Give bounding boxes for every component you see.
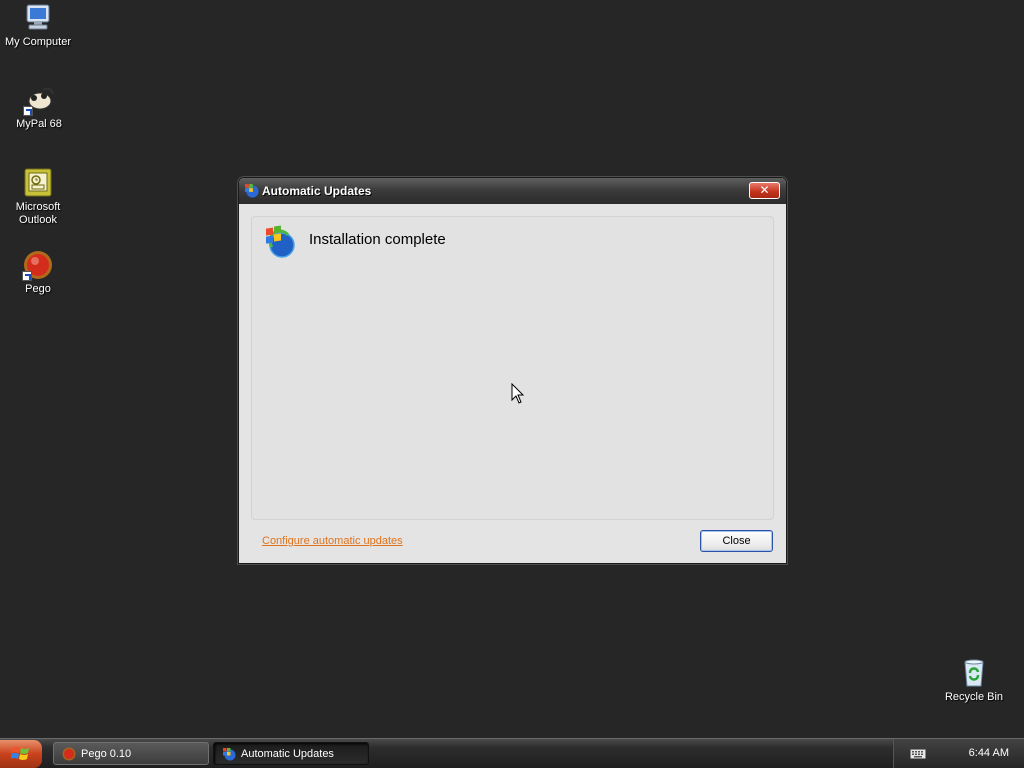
status-heading: Installation complete — [309, 231, 446, 248]
clock[interactable]: 6:44 AM — [969, 747, 1009, 759]
windows-update-icon — [266, 225, 295, 258]
desktop-icon-my-computer[interactable]: My Computer — [0, 2, 76, 49]
close-icon: ✕ — [759, 183, 770, 197]
desktop-icon-recycle-bin[interactable]: Recycle Bin — [936, 657, 1012, 704]
desktop-icon-mypal[interactable]: MyPal 68 — [1, 84, 77, 131]
windows-logo-icon — [11, 747, 29, 760]
outlook-icon — [22, 167, 54, 199]
keyboard-icon[interactable] — [910, 749, 926, 759]
dialog-content-panel: Installation complete — [251, 216, 774, 520]
taskbar: Pego 0.10 Automatic Updates 6:44 AM — [0, 738, 1024, 768]
pego-icon — [62, 747, 76, 761]
desktop-icon-pego[interactable]: Pego — [0, 249, 76, 296]
desktop-icon-label: MyPal 68 — [16, 118, 62, 130]
configure-updates-link[interactable]: Configure automatic updates — [262, 535, 403, 547]
my-computer-icon — [22, 2, 54, 34]
mouse-cursor-icon — [511, 383, 525, 404]
desktop-icon-label: My Computer — [4, 36, 72, 48]
system-tray: 6:44 AM — [893, 739, 1024, 768]
shortcut-arrow-icon — [23, 106, 33, 116]
windows-update-icon — [244, 183, 259, 198]
shortcut-arrow-icon — [22, 271, 32, 281]
desktop-icon-label: Recycle Bin — [944, 691, 1004, 703]
dialog-titlebar[interactable]: Automatic Updates ✕ — [239, 178, 786, 204]
desktop-icon-outlook[interactable]: Microsoft Outlook — [0, 167, 76, 227]
pego-icon — [22, 249, 54, 281]
dialog-title: Automatic Updates — [262, 184, 372, 198]
taskbar-item-label: Pego 0.10 — [81, 748, 132, 760]
taskbar-item-label: Automatic Updates — [241, 748, 334, 760]
close-button[interactable]: Close — [700, 530, 773, 552]
windows-update-icon — [223, 748, 236, 761]
taskbar-item-pego[interactable]: Pego 0.10 — [53, 742, 209, 765]
start-button[interactable] — [0, 740, 42, 768]
recycle-bin-icon — [958, 657, 990, 689]
taskbar-item-automatic-updates[interactable]: Automatic Updates — [213, 742, 369, 765]
automatic-updates-dialog: Automatic Updates ✕ Installation complet… — [238, 177, 787, 564]
mypal-icon — [23, 84, 55, 116]
desktop-icon-label: Microsoft Outlook — [15, 201, 61, 226]
window-close-button[interactable]: ✕ — [749, 182, 780, 199]
desktop-icon-label: Pego — [25, 283, 51, 295]
